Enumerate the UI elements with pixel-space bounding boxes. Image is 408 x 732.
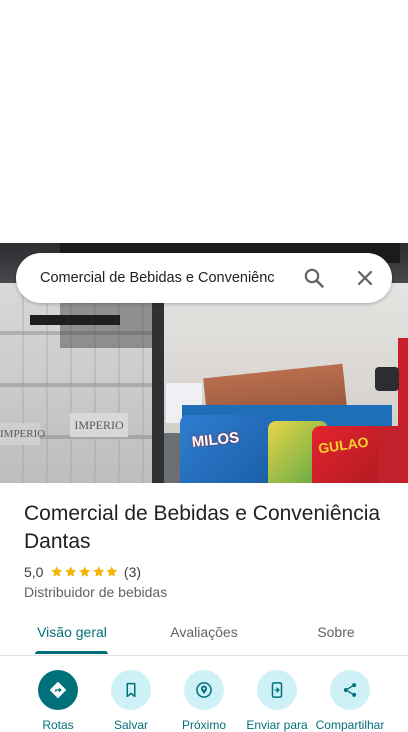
share-button-circle[interactable] (330, 670, 370, 710)
active-tab-indicator (35, 651, 108, 654)
directions-icon (49, 681, 67, 699)
search-input[interactable]: Comercial de Bebidas e Conveniênc (40, 253, 292, 303)
save-label: Salvar (113, 718, 148, 732)
send-to-phone-button-circle[interactable] (257, 670, 297, 710)
nearby-label: Próximo (181, 718, 226, 732)
star-icon (106, 566, 118, 578)
rating-row[interactable]: 5,0 (3) (24, 563, 141, 581)
photo-sign-1: IMPERIO (0, 423, 45, 445)
photo-snack-bag-4 (378, 426, 408, 483)
nearby-icon (196, 682, 212, 698)
place-category: Distribuidor de bebidas (24, 584, 168, 600)
share-label: Compartilhar (315, 718, 385, 732)
photo-shelf (30, 315, 120, 325)
tab-overview[interactable]: Visão geral (20, 611, 124, 653)
photo-sign-2: IMPERIO (70, 413, 128, 437)
search-bar[interactable]: Comercial de Bebidas e Conveniênc (16, 253, 392, 303)
search-icon[interactable] (302, 266, 326, 290)
close-icon[interactable] (353, 266, 377, 290)
tab-about[interactable]: Sobre (290, 611, 382, 653)
send-to-phone-icon (271, 682, 283, 698)
star-icon (51, 566, 63, 578)
tabs-divider (0, 655, 408, 656)
directions-label: Rotas (42, 718, 74, 732)
nearby-button-circle[interactable] (184, 670, 224, 710)
bookmark-icon (126, 682, 136, 698)
directions-button[interactable]: Rotas (22, 670, 94, 732)
directions-button-circle[interactable] (38, 670, 78, 710)
photo-pole (152, 283, 164, 483)
place-title: Comercial de Bebidas e Conveniência Dant… (24, 502, 381, 553)
tab-reviews[interactable]: Avaliações (150, 611, 258, 653)
rating-value: 5,0 (24, 564, 44, 580)
send-to-phone-label: Enviar para (246, 718, 308, 732)
save-button-circle[interactable] (111, 670, 151, 710)
save-button[interactable]: Salvar (95, 670, 167, 732)
star-icon (65, 566, 77, 578)
photo-camera (375, 367, 399, 391)
rating-stars (50, 565, 118, 579)
star-icon (79, 566, 91, 578)
tab-bar: Visão geral Avaliações Sobre (0, 611, 408, 655)
map-blank-area (0, 0, 408, 243)
share-icon (343, 683, 357, 697)
nearby-button[interactable]: Próximo (168, 670, 240, 732)
review-count: (3) (123, 564, 142, 580)
star-icon (92, 566, 104, 578)
share-button[interactable]: Compartilhar (314, 670, 386, 732)
send-to-phone-button[interactable]: Enviar para (241, 670, 313, 732)
